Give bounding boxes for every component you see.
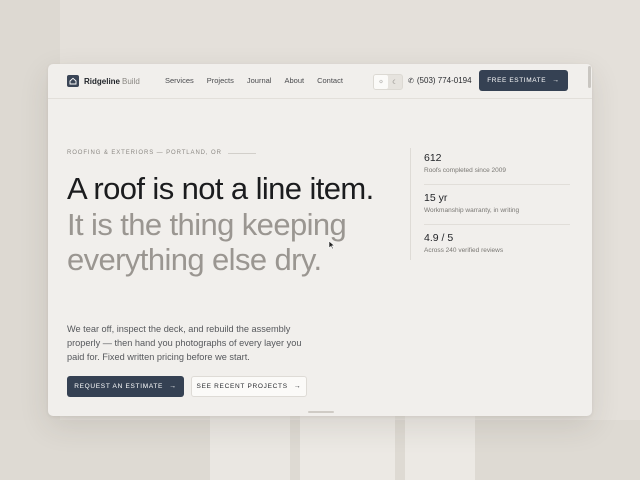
background-light-patch xyxy=(210,415,290,480)
request-estimate-button[interactable]: REQUEST AN ESTIMATE → xyxy=(67,376,184,397)
brand-suffix: Build xyxy=(122,76,140,86)
home-indicator xyxy=(308,411,334,413)
stat-value: 612 xyxy=(424,152,442,164)
stat-label: Roofs completed since 2009 xyxy=(424,167,507,174)
nav-link-contact[interactable]: Contact xyxy=(317,76,343,85)
stat-item: 612 Roofs completed since 2009 xyxy=(424,152,570,174)
sun-icon[interactable]: ☼ xyxy=(374,75,388,89)
hero-eyebrow: ROOFING & EXTERIORS — PORTLAND, OR xyxy=(67,150,256,156)
request-estimate-label: REQUEST AN ESTIMATE xyxy=(74,383,164,390)
nav-link-projects[interactable]: Projects xyxy=(207,76,234,85)
moon-icon[interactable]: ☾ xyxy=(388,75,402,89)
arrow-right-icon: → xyxy=(169,383,177,390)
eyebrow-text: ROOFING & EXTERIORS — PORTLAND, OR xyxy=(67,150,222,156)
hero-headline: A roof is not a line item. It is the thi… xyxy=(67,171,397,278)
stat-divider xyxy=(424,224,570,225)
main-nav: Services Projects Journal About Contact xyxy=(165,76,356,85)
brand-logo[interactable]: Ridgeline Build xyxy=(67,75,140,87)
stats-panel: 612 Roofs completed since 2009 15 yr Wor… xyxy=(410,148,571,260)
brand-name: Ridgeline xyxy=(84,76,121,86)
stat-value: 4.9 / 5 xyxy=(424,232,454,244)
theme-toggle[interactable]: ☼ ☾ xyxy=(373,74,403,90)
stat-label: Across 240 verified reviews xyxy=(424,247,504,254)
see-projects-label: SEE RECENT PROJECTS xyxy=(196,383,288,390)
house-icon xyxy=(67,75,79,87)
free-estimate-button[interactable]: FREE ESTIMATE → xyxy=(479,70,568,91)
arrow-right-icon: → xyxy=(293,383,302,390)
free-estimate-label: FREE ESTIMATE xyxy=(487,77,547,84)
stat-divider xyxy=(424,184,570,185)
headline-strong: A roof is not a line item. xyxy=(67,171,374,206)
eyebrow-divider xyxy=(227,152,256,154)
browser-window: Ridgeline Build Services Projects Journa… xyxy=(48,64,592,416)
background-light-patch xyxy=(405,415,475,480)
stat-value: 15 yr xyxy=(424,192,448,204)
stat-item: 15 yr Workmanship warranty, in writing xyxy=(424,192,570,214)
site-header: Ridgeline Build Services Projects Journa… xyxy=(48,64,592,99)
stat-item: 4.9 / 5 Across 240 verified reviews xyxy=(424,232,570,254)
phone-number: (503) 774-0194 xyxy=(416,76,472,85)
nav-link-journal[interactable]: Journal xyxy=(247,76,272,85)
phone-icon: ✆ xyxy=(408,77,414,85)
phone-link[interactable]: ✆ (503) 774-0194 xyxy=(408,76,472,85)
stat-label: Workmanship warranty, in writing xyxy=(424,207,520,214)
nav-link-services[interactable]: Services xyxy=(165,76,194,85)
headline-muted: It is the thing keeping everything else … xyxy=(67,206,347,278)
mouse-cursor-icon xyxy=(328,240,336,250)
arrow-right-icon: → xyxy=(552,77,560,84)
hero-lead: We tear off, inspect the deck, and rebui… xyxy=(67,324,302,362)
background-light-patch xyxy=(300,415,395,480)
nav-link-about[interactable]: About xyxy=(284,76,304,85)
see-projects-button[interactable]: SEE RECENT PROJECTS → xyxy=(191,376,307,397)
